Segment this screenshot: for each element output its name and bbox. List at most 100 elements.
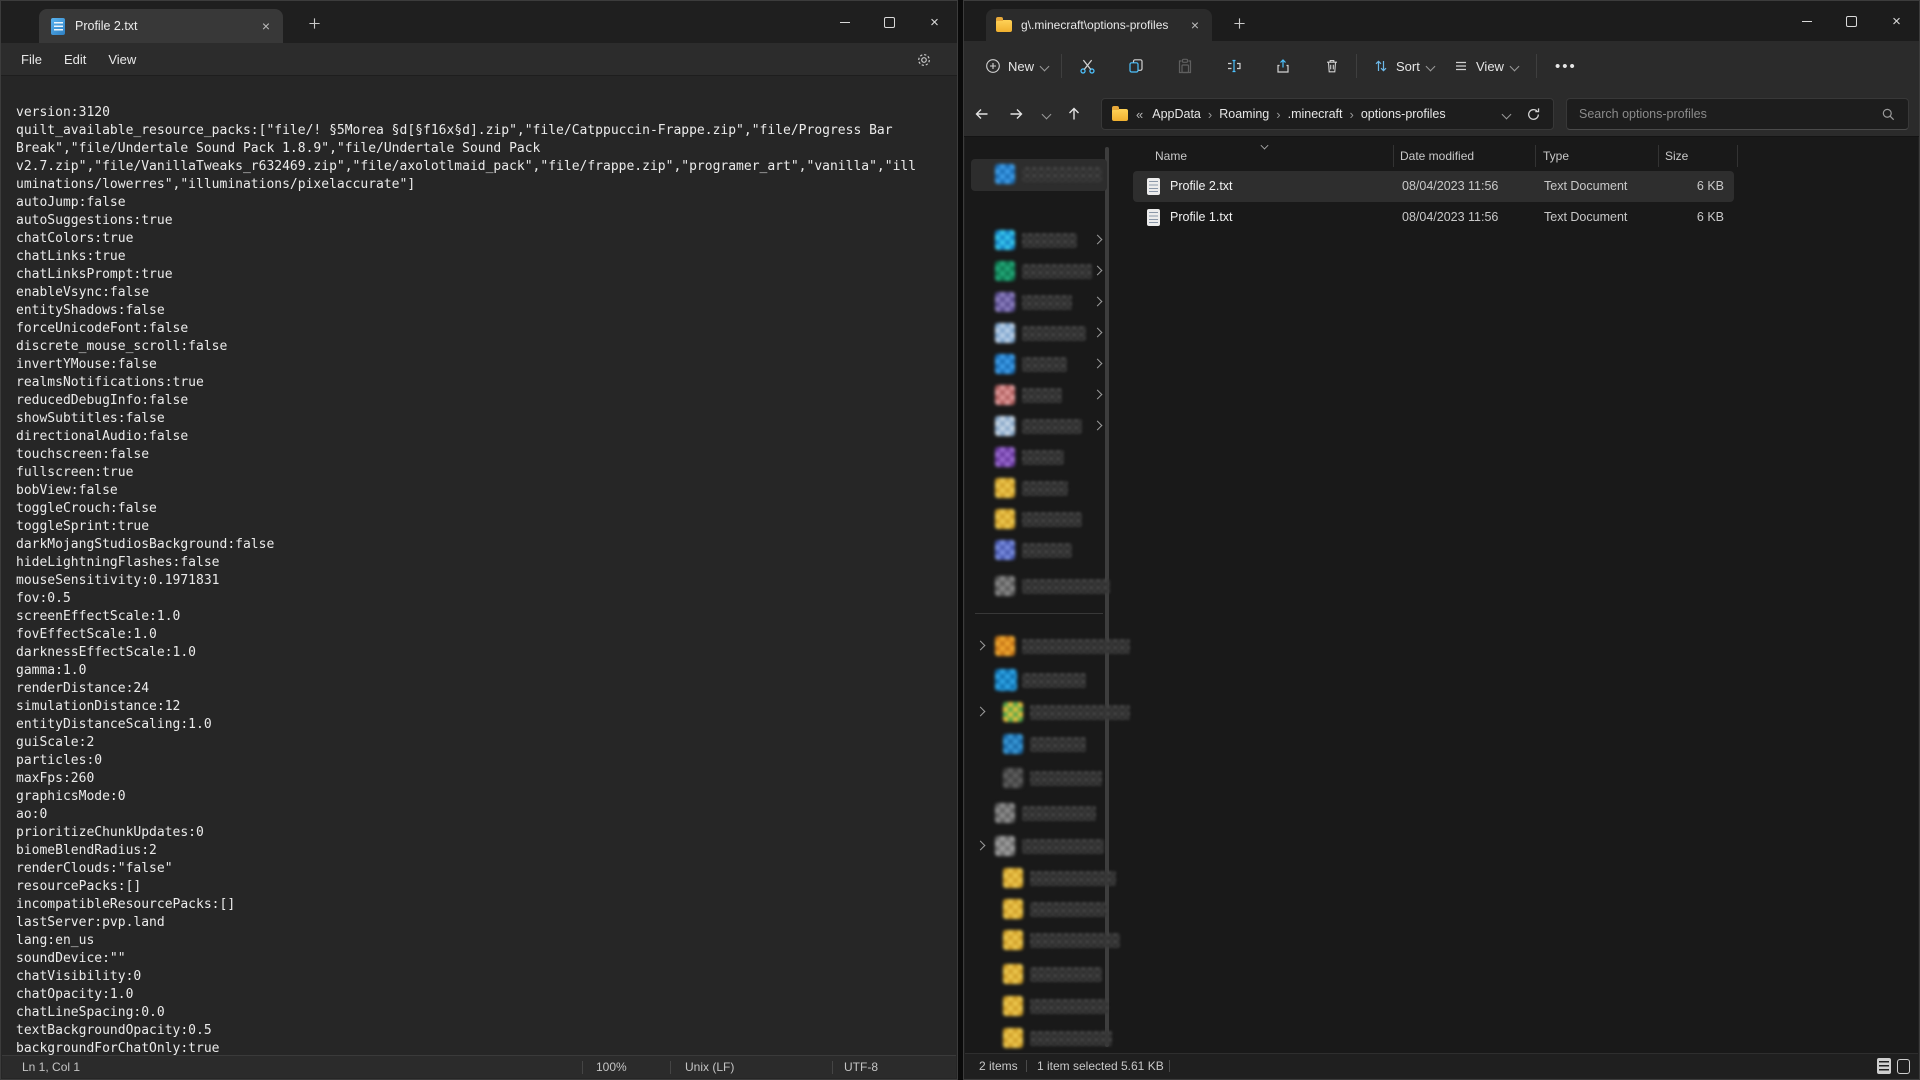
file-row[interactable]: Profile 2.txt08/04/2023 11:56Text Docume… (1133, 171, 1734, 202)
expand-chevron-icon[interactable] (1093, 328, 1103, 338)
copy-icon (1128, 58, 1144, 74)
cut-button[interactable] (1069, 49, 1105, 83)
sidebar-item-redacted[interactable] (971, 535, 1105, 565)
recent-locations-button[interactable] (1033, 98, 1059, 130)
sidebar-item-redacted[interactable] (971, 863, 1105, 893)
details-view-button[interactable] (1877, 1058, 1891, 1074)
expand-chevron-icon[interactable] (1093, 235, 1103, 245)
sidebar-item-redacted[interactable] (971, 504, 1105, 534)
column-header-size[interactable]: Size (1665, 149, 1688, 163)
expand-chevron-icon[interactable] (1093, 390, 1103, 400)
expand-chevron-icon[interactable] (1093, 359, 1103, 369)
breadcrumb-options-profiles[interactable]: options-profiles (1361, 107, 1446, 121)
menu-edit[interactable]: Edit (53, 47, 97, 72)
expand-chevron-icon[interactable] (1093, 421, 1103, 431)
sort-button[interactable]: Sort (1364, 51, 1443, 81)
sidebar-item-redacted[interactable] (971, 991, 1105, 1021)
sidebar-item-redacted[interactable] (971, 349, 1105, 379)
plus-icon (1233, 17, 1246, 30)
notepad-tab-profile2[interactable]: Profile 2.txt × (39, 9, 283, 43)
expand-chevron-icon[interactable] (976, 641, 986, 651)
sidebar-item-redacted[interactable] (971, 256, 1105, 286)
close-button[interactable]: × (1874, 1, 1919, 41)
sidebar-item-redacted[interactable] (971, 411, 1105, 441)
sidebar-item-redacted[interactable] (971, 571, 1105, 601)
sidebar-item-redacted[interactable] (971, 665, 1105, 695)
sidebar-item-redacted[interactable] (971, 831, 1105, 861)
expand-chevron-icon[interactable] (1093, 266, 1103, 276)
column-separator[interactable] (1658, 145, 1659, 167)
new-tab-button[interactable] (301, 12, 327, 34)
search-box[interactable] (1566, 98, 1909, 130)
minimize-button[interactable] (1784, 1, 1829, 41)
column-header-type[interactable]: Type (1543, 149, 1569, 163)
large-icons-view-button[interactable] (1897, 1059, 1910, 1074)
forward-button[interactable] (1000, 98, 1032, 130)
sidebar-item-redacted[interactable] (971, 287, 1105, 317)
share-button[interactable] (1265, 49, 1301, 83)
sidebar-item-redacted[interactable] (971, 697, 1105, 727)
file-row[interactable]: Profile 1.txt08/04/2023 11:56Text Docume… (1133, 202, 1734, 233)
sidebar-item-redacted[interactable] (971, 473, 1105, 503)
sort-button-label: Sort (1396, 59, 1420, 74)
address-dropdown-chevron-icon[interactable] (1502, 109, 1512, 119)
paste-button[interactable] (1167, 49, 1203, 83)
maximize-button[interactable] (867, 1, 912, 43)
sidebar-item-redacted[interactable] (971, 225, 1105, 255)
breadcrumb--minecraft[interactable]: .minecraft (1288, 107, 1343, 121)
view-button[interactable]: View (1444, 51, 1527, 81)
column-separator[interactable] (1393, 145, 1394, 167)
back-button[interactable] (966, 98, 998, 130)
file-size: 6 KB (1697, 210, 1724, 224)
explorer-tabstrip: g\.minecraft\options-profiles × × (964, 1, 1919, 41)
rename-button[interactable] (1216, 49, 1252, 83)
expand-chevron-icon[interactable] (976, 707, 986, 717)
sidebar-item-redacted[interactable] (971, 925, 1105, 955)
menu-view[interactable]: View (97, 47, 147, 72)
notepad-editor[interactable]: version:3120 quilt_available_resource_pa… (2, 77, 956, 1055)
breadcrumb-bar[interactable]: « AppData›Roaming›.minecraft›options-pro… (1101, 98, 1554, 130)
maximize-button[interactable] (1829, 1, 1874, 41)
tab-close-icon[interactable]: × (255, 15, 277, 37)
refresh-icon[interactable] (1526, 107, 1541, 122)
sidebar-item-redacted[interactable] (971, 763, 1105, 793)
new-button[interactable]: New (976, 51, 1057, 81)
sidebar-item-redacted[interactable] (971, 631, 1105, 661)
copy-button[interactable] (1118, 49, 1154, 83)
breadcrumb-overflow[interactable]: « (1136, 107, 1143, 122)
sidebar-item-redacted[interactable] (971, 959, 1105, 989)
menu-file[interactable]: File (10, 47, 53, 72)
close-button[interactable]: × (912, 1, 957, 43)
sidebar-item-redacted[interactable] (971, 1023, 1105, 1053)
minimize-button[interactable] (822, 1, 867, 43)
zoom-level[interactable]: 100% (596, 1060, 627, 1074)
up-button[interactable] (1058, 98, 1090, 130)
column-separator[interactable] (1535, 145, 1536, 167)
delete-button[interactable] (1314, 49, 1350, 83)
expand-chevron-icon[interactable] (1093, 297, 1103, 307)
expand-chevron-icon[interactable] (976, 841, 986, 851)
sidebar-item-redacted[interactable] (971, 380, 1105, 410)
column-separator[interactable] (1737, 145, 1738, 167)
new-tab-button[interactable] (1226, 12, 1252, 34)
chevron-down-icon (1040, 61, 1050, 71)
explorer-tab[interactable]: g\.minecraft\options-profiles × (986, 9, 1212, 41)
search-input[interactable] (1567, 107, 1881, 121)
sidebar-item-redacted[interactable] (971, 442, 1105, 472)
column-header-name[interactable]: Name (1155, 149, 1187, 163)
breadcrumb-roaming[interactable]: Roaming (1219, 107, 1269, 121)
encoding[interactable]: UTF-8 (844, 1060, 878, 1074)
redacted-label (1030, 705, 1130, 720)
see-more-button[interactable]: ••• (1546, 51, 1586, 81)
sidebar-item-redacted[interactable] (971, 318, 1105, 348)
statusbar-divider (832, 1061, 833, 1074)
breadcrumb-appdata[interactable]: AppData (1152, 107, 1201, 121)
settings-gear-icon[interactable] (915, 51, 933, 69)
sidebar-item-redacted[interactable] (971, 159, 1107, 191)
sidebar-item-redacted[interactable] (971, 729, 1105, 759)
column-header-date-modified[interactable]: Date modified (1400, 149, 1474, 163)
sidebar-item-redacted[interactable] (971, 894, 1105, 924)
sidebar-item-redacted[interactable] (971, 798, 1105, 828)
tab-close-icon[interactable]: × (1184, 14, 1206, 36)
line-ending[interactable]: Unix (LF) (685, 1060, 734, 1074)
